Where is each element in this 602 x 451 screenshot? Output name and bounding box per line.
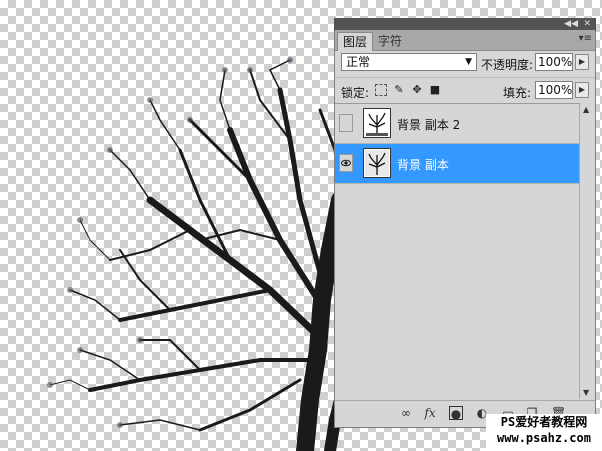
mask-icon[interactable]: ● [449,406,463,421]
watermark-line1: PS爱好者教程网 [500,415,588,429]
scroll-up-icon[interactable]: ▲ [583,105,589,114]
scroll-down-icon[interactable]: ▼ [583,388,589,397]
panel-tabs: 图层 字符 ▾≡ [335,30,595,51]
collapse-icon[interactable]: ◀◀ [564,18,578,30]
eye-icon [341,159,351,167]
opacity-input[interactable]: 100% [535,53,573,71]
tab-characters[interactable]: 字符 [373,32,407,50]
lock-position-icon[interactable]: ✥ [411,84,423,96]
layer-thumbnail [363,108,391,138]
fill-label: 填充: [503,86,532,100]
layer-thumbnail [363,148,391,178]
visibility-toggle[interactable] [339,114,353,132]
layer-row-selected[interactable]: 背景 副本 [335,144,579,184]
blend-row: 正常 ▼ 不透明度: 100% ▶ [335,51,595,75]
layers-panel: ◀◀ ✕ 图层 字符 ▾≡ 正常 ▼ 不透明度: 100% ▶ 锁定: ✎ ✥ … [334,18,596,428]
blend-mode-select[interactable]: 正常 ▼ [341,53,477,71]
layer-name: 背景 副本 [397,158,449,172]
layer-scrollbar[interactable]: ▲ ▼ [579,103,595,399]
lock-all-icon[interactable]: ■ [429,84,441,96]
close-icon[interactable]: ✕ [583,18,591,30]
blend-mode-value: 正常 [346,55,371,69]
opacity-slider-button[interactable]: ▶ [575,54,589,70]
fill-input[interactable]: 100% [535,81,573,99]
fill-slider-button[interactable]: ▶ [575,82,589,98]
watermark-line2: www.psahz.com [497,431,591,445]
layer-row[interactable]: 背景 副本 2 [335,104,579,144]
layer-list: 背景 副本 2 背景 副本 [335,103,579,400]
watermark: PS爱好者教程网 www.psahz.com [486,414,602,451]
fx-icon[interactable]: fx [423,406,437,420]
lock-transparency-icon[interactable] [375,84,387,96]
chevron-down-icon: ▼ [465,57,472,67]
lock-paint-icon[interactable]: ✎ [393,84,405,96]
visibility-toggle[interactable] [339,154,353,172]
tab-layers[interactable]: 图层 [337,32,374,51]
lock-row: 锁定: ✎ ✥ ■ 填充: 100% ▶ [335,77,595,102]
panel-menu-icon[interactable]: ▾≡ [579,33,592,44]
layer-name: 背景 副本 2 [397,118,461,132]
lock-label: 锁定: [341,86,370,100]
opacity-label: 不透明度: [481,58,534,72]
link-icon[interactable]: ∞ [399,406,413,420]
